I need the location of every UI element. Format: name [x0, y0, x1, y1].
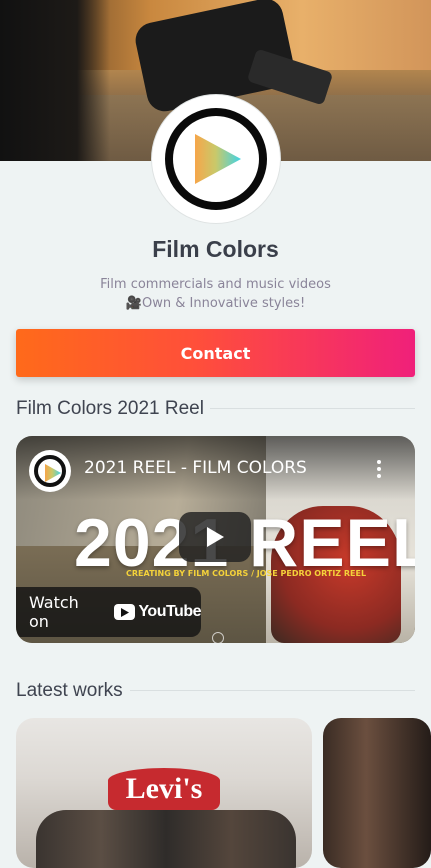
youtube-video-embed[interactable]: 2021 REEL CREATING BY FILM COLORS / JOSE…: [16, 436, 415, 643]
latest-work-card[interactable]: [323, 718, 431, 868]
cover-shadow: [0, 0, 110, 161]
more-vert-icon[interactable]: [377, 460, 381, 478]
section-divider: [130, 690, 415, 691]
play-button[interactable]: [179, 512, 251, 562]
video-watermark: [212, 632, 224, 643]
latest-section-title: Latest works: [16, 680, 123, 701]
kebab-dot: [377, 460, 381, 464]
bio-line-1: Film commercials and music videos: [100, 277, 331, 292]
contact-button[interactable]: Contact: [16, 329, 415, 377]
profile-name: Film Colors: [152, 236, 279, 262]
avatar: [151, 94, 281, 224]
kebab-dot: [377, 474, 381, 478]
youtube-wordmark: YouTube: [138, 603, 201, 620]
youtube-icon: [113, 604, 136, 620]
channel-logo-triangle: [45, 464, 61, 482]
levis-logo: Levi's: [108, 768, 220, 810]
latest-work-card[interactable]: Levi's: [16, 718, 312, 868]
play-icon: [207, 527, 224, 547]
watch-on-label: Watch on: [29, 593, 79, 631]
reel-section-title: Film Colors 2021 Reel: [16, 398, 204, 419]
section-divider: [210, 408, 415, 409]
bio-line-2: 🎥Own & Innovative styles!: [125, 296, 306, 311]
card-band-photo: [36, 810, 296, 868]
video-title[interactable]: 2021 REEL - FILM COLORS: [84, 458, 307, 478]
video-credit-text: CREATING BY FILM COLORS / JOSE PEDRO ORT…: [126, 569, 367, 578]
watch-on-youtube-button[interactable]: Watch on YouTube: [16, 587, 201, 637]
kebab-dot: [377, 467, 381, 471]
play-logo-icon: [34, 455, 66, 487]
logo-triangle: [195, 134, 241, 184]
channel-logo[interactable]: [29, 450, 71, 492]
profile-bio: Film commercials and music videos 🎥Own &…: [0, 275, 431, 313]
play-logo-icon: [165, 108, 267, 210]
